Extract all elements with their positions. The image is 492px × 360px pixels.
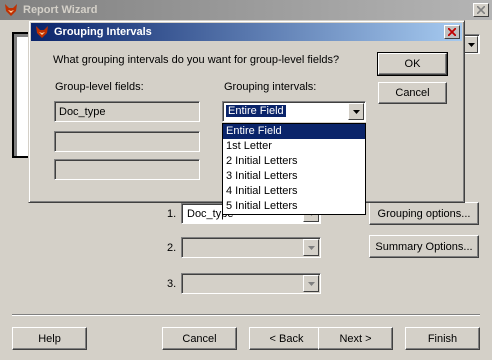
- dropdown-arrow-icon: [464, 36, 478, 53]
- group-field-1: Doc_type: [54, 101, 200, 122]
- back-label: < Back: [269, 332, 304, 345]
- fox-app-icon: [36, 26, 48, 38]
- wizard-titlebar: Report Wizard: [0, 0, 492, 20]
- dropdown-option[interactable]: 2 Initial Letters: [223, 154, 365, 169]
- dropdown-option[interactable]: Entire Field: [223, 124, 365, 139]
- dropdown-option[interactable]: 1st Letter: [223, 139, 365, 154]
- dropdown-arrow-icon: [303, 239, 319, 256]
- dialog-titlebar: Grouping Intervals: [31, 23, 462, 41]
- grouping-options-button[interactable]: Grouping options...: [369, 202, 479, 225]
- dropdown-option[interactable]: 4 Initial Letters: [223, 184, 365, 199]
- dialog-ok-button[interactable]: OK: [377, 52, 448, 76]
- help-button[interactable]: Help: [12, 327, 87, 350]
- group-row-2-combo[interactable]: [181, 237, 321, 258]
- grouping-interval-dropdown[interactable]: Entire Field 1st Letter 2 Initial Letter…: [222, 123, 366, 215]
- dialog-close-button[interactable]: [444, 25, 460, 39]
- back-button[interactable]: < Back: [249, 327, 324, 350]
- dialog-cancel-label: Cancel: [395, 87, 430, 99]
- grouping-interval-combo[interactable]: Entire Field: [222, 101, 366, 122]
- group-row-1-number: 1.: [167, 208, 177, 220]
- help-label: Help: [38, 332, 61, 345]
- group-row-2-number: 2.: [167, 242, 177, 254]
- group-field-1-value: Doc_type: [59, 106, 106, 118]
- grouping-interval-value: Entire Field: [225, 104, 287, 118]
- wizard-title: Report Wizard: [23, 4, 98, 16]
- dropdown-arrow-icon: [303, 275, 319, 292]
- dropdown-option[interactable]: 3 Initial Letters: [223, 169, 365, 184]
- finish-label: Finish: [427, 332, 458, 345]
- wizard-cancel-label: Cancel: [182, 332, 217, 345]
- close-icon: [448, 28, 456, 36]
- summary-options-button[interactable]: Summary Options...: [369, 235, 479, 258]
- wizard-cancel-button[interactable]: Cancel: [162, 327, 237, 350]
- dialog-cancel-button[interactable]: Cancel: [378, 82, 447, 104]
- dropdown-arrow-icon[interactable]: [348, 103, 364, 120]
- group-field-2: [54, 131, 200, 152]
- intervals-header: Grouping intervals:: [224, 81, 317, 93]
- wizard-close-button[interactable]: [473, 3, 489, 17]
- group-field-3: [54, 159, 200, 180]
- finish-button[interactable]: Finish: [405, 327, 480, 350]
- dropdown-option[interactable]: 5 Initial Letters: [223, 199, 365, 214]
- summary-options-label: Summary Options...: [375, 240, 473, 253]
- next-button[interactable]: Next >: [318, 327, 393, 350]
- next-label: Next >: [339, 332, 372, 345]
- close-icon: [477, 6, 485, 14]
- dialog-question: What grouping intervals do you want for …: [53, 54, 340, 66]
- dialog-title: Grouping Intervals: [54, 26, 152, 38]
- fox-app-icon: [5, 4, 17, 16]
- group-row-3-combo[interactable]: [181, 273, 321, 294]
- group-row-3-number: 3.: [167, 278, 177, 290]
- fields-header: Group-level fields:: [55, 81, 144, 93]
- grouping-options-label: Grouping options...: [377, 207, 471, 220]
- dialog-ok-label: OK: [404, 58, 421, 70]
- wizard-separator: [12, 314, 480, 316]
